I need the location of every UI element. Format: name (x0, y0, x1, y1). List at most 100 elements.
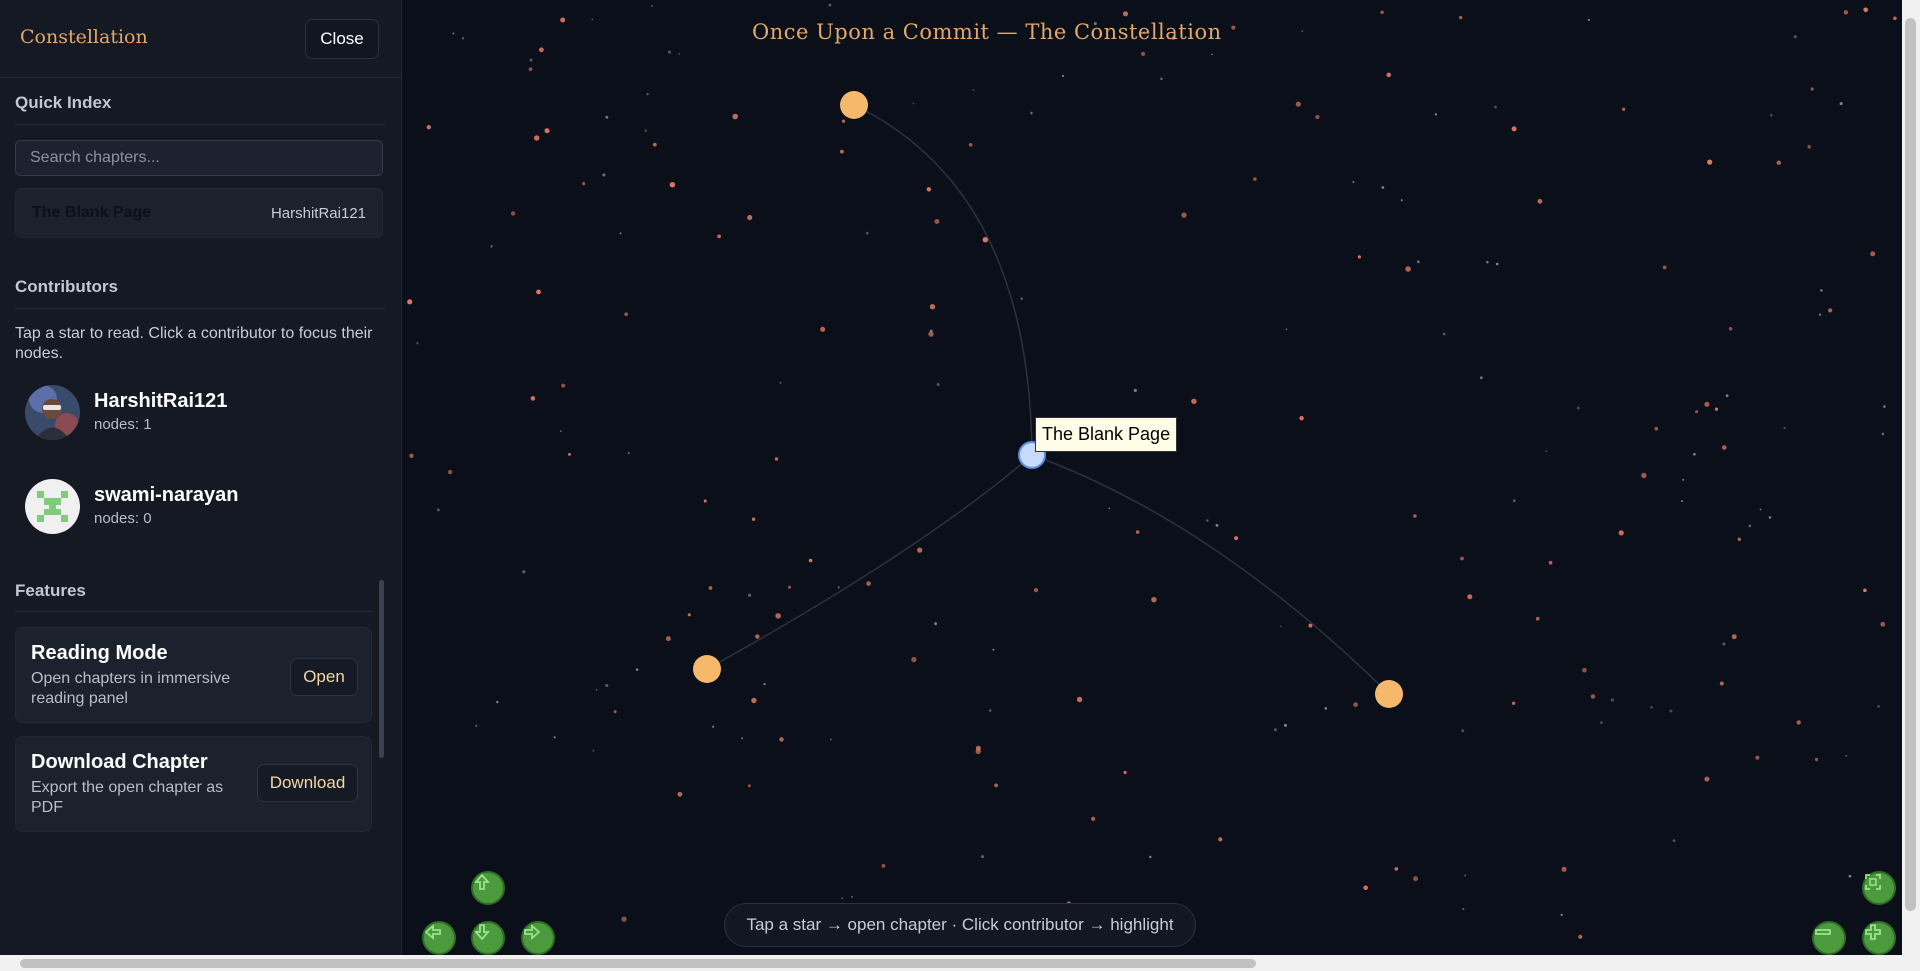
background-star (1416, 260, 1420, 264)
background-star (613, 710, 617, 714)
background-star (1160, 77, 1163, 81)
background-star (510, 211, 516, 216)
background-star (1577, 406, 1580, 410)
background-star (1731, 634, 1737, 640)
feature-reading-mode: Reading Mode Open chapters in immersive … (15, 627, 372, 723)
contributor-swami-narayan[interactable]: swami-narayan nodes: 0 (15, 471, 385, 543)
background-star (1394, 867, 1399, 871)
background-star (1796, 720, 1801, 725)
arrow-down-icon[interactable] (471, 921, 505, 955)
background-star (1682, 478, 1685, 481)
features-title: Features (15, 581, 86, 600)
search-input[interactable] (15, 140, 383, 176)
close-button[interactable]: Close (305, 19, 379, 59)
quick-index-item[interactable]: The Blank Page HarshitRai121 (15, 188, 383, 238)
background-star (1776, 160, 1782, 165)
zoom-in-icon[interactable] (1862, 921, 1896, 955)
contributors-help: Tap a star to read. Click a contributor … (15, 325, 373, 362)
background-star (677, 791, 683, 797)
background-star (1641, 472, 1647, 479)
vertical-scrollbar-thumb[interactable] (1905, 18, 1916, 911)
background-star (808, 558, 813, 563)
contributor-harshitrai121[interactable]: HarshitRai121 nodes: 1 (15, 377, 385, 449)
background-star (595, 689, 598, 691)
divider (15, 124, 385, 125)
background-star (1818, 313, 1822, 316)
background-star (409, 453, 414, 458)
background-star (619, 232, 622, 235)
background-star (747, 784, 751, 788)
background-star (602, 173, 606, 177)
background-star (1285, 328, 1288, 331)
arrow-left-icon[interactable] (422, 921, 456, 955)
background-star (1768, 516, 1772, 519)
background-star (1707, 159, 1713, 165)
open-reading-mode-button[interactable]: Open (290, 658, 358, 696)
sidebar-scrollbar[interactable] (379, 580, 384, 758)
avatar (25, 385, 80, 440)
chapter-star[interactable] (1375, 680, 1403, 708)
background-star (1413, 876, 1419, 882)
background-star (1076, 696, 1083, 703)
background-star (1828, 308, 1833, 313)
zoom-out-icon[interactable] (1812, 921, 1846, 955)
background-star (1843, 10, 1849, 15)
background-star (741, 737, 744, 740)
background-star (529, 58, 533, 62)
background-star (1149, 855, 1152, 859)
horizontal-scrollbar-thumb[interactable] (20, 959, 1256, 968)
background-star (1748, 524, 1752, 528)
arrow-right-icon[interactable] (521, 921, 555, 955)
background-star (1253, 177, 1257, 181)
background-star (1061, 74, 1065, 78)
background-star (1353, 702, 1358, 708)
background-star (1820, 289, 1823, 292)
arrow-up-icon[interactable] (471, 871, 505, 905)
background-star (1622, 107, 1626, 111)
sidebar: Constellation Close Quick Index The Blan… (0, 0, 402, 955)
background-star (1091, 816, 1096, 821)
background-star (1755, 755, 1760, 760)
background-star (1494, 105, 1497, 109)
background-star (1783, 426, 1786, 430)
background-star (934, 622, 937, 626)
background-star (1770, 113, 1773, 117)
background-star (1279, 625, 1282, 628)
background-star (1693, 452, 1696, 456)
download-chapter-button[interactable]: Download (257, 764, 358, 802)
background-star (651, 5, 654, 7)
background-star (1810, 87, 1814, 91)
background-star (568, 452, 571, 456)
background-star (1234, 536, 1239, 541)
background-star (708, 586, 713, 590)
background-star (755, 634, 760, 639)
background-star (1151, 597, 1157, 603)
background-star (646, 93, 649, 96)
background-star (534, 135, 540, 141)
avatar (25, 479, 80, 534)
background-star (1725, 394, 1729, 398)
background-star (561, 383, 566, 388)
background-star (851, 896, 853, 898)
background-star (936, 383, 940, 386)
background-star (774, 457, 779, 461)
node-tooltip: The Blank Page (1035, 417, 1178, 452)
background-star (416, 342, 419, 345)
background-star (1363, 885, 1368, 891)
background-star (1479, 376, 1483, 380)
background-star (1467, 594, 1473, 600)
quick-index-title: Quick Index (15, 93, 112, 112)
star-field (407, 3, 1897, 939)
constellation-canvas[interactable]: Once Upon a Commit — The Constellation T… (402, 0, 1902, 955)
chapter-star[interactable] (693, 655, 721, 683)
feature-download-chapter: Download Chapter Export the open chapter… (15, 736, 372, 832)
chapter-star[interactable] (840, 91, 868, 119)
background-star (1020, 297, 1023, 300)
background-star (1215, 524, 1219, 527)
background-star (779, 737, 784, 742)
background-star (1578, 934, 1583, 939)
hint-bar: Tap a star → open chapter · Click contri… (724, 903, 1196, 947)
background-star (544, 128, 550, 134)
background-star (975, 748, 981, 755)
fit-view-icon[interactable] (1862, 871, 1896, 905)
